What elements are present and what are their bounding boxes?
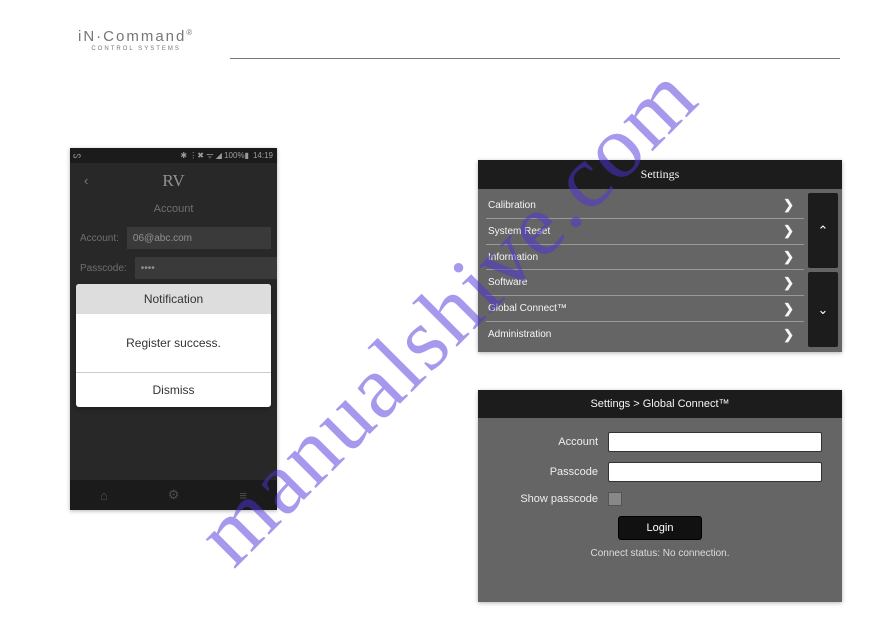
settings-panel: Settings Calibration ❯ System Reset ❯ In… [478, 160, 842, 352]
dialog-body: Register success. [76, 314, 271, 372]
settings-title: Settings [478, 160, 842, 189]
menu-label: Administration [488, 329, 551, 340]
phone-screenshot: ᔕ ✱ ⋮✖ ᯤ ◢ 100%▮ 14:19 ‹ RV Account Acco… [70, 148, 277, 510]
gc-passcode-row: Passcode [498, 462, 822, 482]
menu-label: Global Connect™ [488, 303, 567, 314]
show-passcode-checkbox[interactable] [608, 492, 622, 506]
menu-label: System Reset [488, 226, 550, 237]
registered-mark: ® [186, 28, 194, 37]
scroll-down-button[interactable]: ⌄ [808, 272, 838, 347]
gc-passcode-label: Passcode [498, 466, 608, 478]
settings-menu: Calibration ❯ System Reset ❯ Information… [486, 193, 804, 347]
global-connect-panel: Settings > Global Connect™ Account Passc… [478, 390, 842, 602]
scroll-up-button[interactable]: ⌃ [808, 193, 838, 268]
scroll-buttons: ⌃ ⌄ [808, 193, 838, 347]
chevron-right-icon: ❯ [783, 275, 794, 291]
menu-item-global-connect[interactable]: Global Connect™ ❯ [486, 296, 804, 322]
menu-item-calibration[interactable]: Calibration ❯ [486, 193, 804, 219]
connect-status: Connect status: No connection. [498, 548, 822, 559]
gc-account-row: Account [498, 432, 822, 452]
notification-dialog: Notification Register success. Dismiss [76, 284, 271, 407]
chevron-right-icon: ❯ [783, 197, 794, 213]
menu-item-software[interactable]: Software ❯ [486, 270, 804, 296]
gc-account-input[interactable] [608, 432, 822, 452]
menu-item-information[interactable]: Information ❯ [486, 245, 804, 271]
dismiss-button[interactable]: Dismiss [76, 372, 271, 407]
logo-subtitle: CONTROL SYSTEMS [78, 46, 194, 52]
chevron-right-icon: ❯ [783, 249, 794, 265]
chevron-right-icon: ❯ [783, 327, 794, 343]
chevron-right-icon: ❯ [783, 223, 794, 239]
menu-label: Calibration [488, 200, 536, 211]
menu-label: Information [488, 252, 538, 263]
menu-label: Software [488, 277, 527, 288]
gc-show-row: Show passcode [498, 492, 822, 506]
brand-logo: iN·Command® CONTROL SYSTEMS [78, 28, 194, 52]
logo-text: iN·Command [78, 28, 186, 45]
dialog-title: Notification [76, 284, 271, 314]
chevron-up-icon: ⌃ [818, 223, 829, 239]
breadcrumb: Settings > Global Connect™ [478, 390, 842, 418]
gc-show-label: Show passcode [498, 493, 608, 505]
logo-main: iN·Command® [78, 28, 194, 45]
chevron-down-icon: ⌄ [818, 302, 829, 318]
gc-account-label: Account [498, 436, 608, 448]
gc-passcode-input[interactable] [608, 462, 822, 482]
menu-item-system-reset[interactable]: System Reset ❯ [486, 219, 804, 245]
chevron-right-icon: ❯ [783, 301, 794, 317]
header-rule [230, 58, 840, 59]
login-button[interactable]: Login [618, 516, 703, 540]
menu-item-administration[interactable]: Administration ❯ [486, 322, 804, 347]
